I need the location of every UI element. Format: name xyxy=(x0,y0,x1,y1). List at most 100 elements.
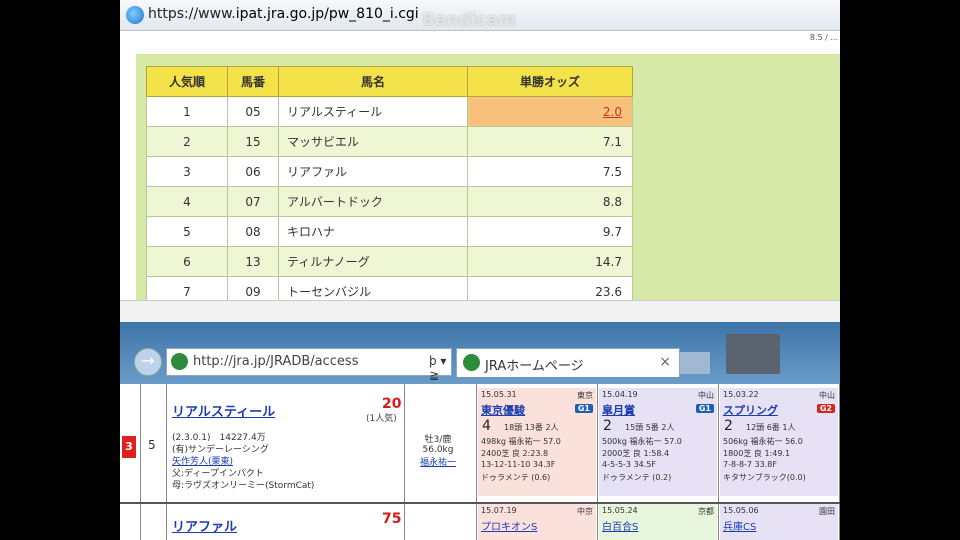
name-cell: リアファル xyxy=(278,156,468,187)
race-passing: 13-12-11-10 34.3F xyxy=(481,460,556,469)
tab-close-icon[interactable]: × xyxy=(659,354,671,370)
grade-badge: G1 xyxy=(574,404,593,413)
table-row: 5 08 キロハナ 9.7 xyxy=(146,216,633,247)
odds-cell: 8.8 xyxy=(467,186,633,217)
horse-dam: 母:ラヴズオンリーミー(StormCat) xyxy=(172,481,315,491)
race-date: 15.05.31 xyxy=(481,390,517,399)
top-url[interactable]: https://www.ipat.jra.go.jp/pw_810_i.cgi xyxy=(148,6,419,22)
race-name-link[interactable]: 皐月賞 xyxy=(602,402,635,418)
race-field: 18頭 13番 2人 xyxy=(504,423,559,432)
forward-button[interactable]: → xyxy=(134,348,162,376)
bandicam-watermark: Bandicam xyxy=(422,10,516,30)
odds-cell: 7.1 xyxy=(467,126,633,157)
past-race-card: 15.03.22 中山 スプリング G2 2 12頭 6番 1人 506kg 福永… xyxy=(720,388,838,496)
race-date: 15.05.06 xyxy=(723,506,759,515)
bottom-browser-toolbar: → http://jra.jp/JRADB/access ϸ ▾ ≧ C JRA… xyxy=(120,322,840,396)
name-cell: ティルナノーグ xyxy=(278,246,468,277)
odds-cell: 9.7 xyxy=(467,216,633,247)
odds-cell: 14.7 xyxy=(467,246,633,277)
bottom-address-bar[interactable]: http://jra.jp/JRADB/access ϸ ▾ ≧ C xyxy=(166,348,452,396)
race-date: 15.05.24 xyxy=(602,506,638,515)
table-row: 4 07 アルバートドック 8.8 xyxy=(146,186,633,217)
jra-favicon-icon xyxy=(463,354,480,371)
race-date: 15.07.19 xyxy=(481,506,517,515)
rank-cell: 1 xyxy=(146,96,228,127)
taskbar-thumbnail xyxy=(726,334,780,374)
tab-title: JRAホームページ xyxy=(485,359,584,374)
race-name-link[interactable]: プロキオンS xyxy=(481,518,537,533)
race-venue: 中山 xyxy=(698,391,714,400)
corner-text: 8.5 / ... xyxy=(809,33,838,42)
rank-cell: 5 xyxy=(146,216,228,247)
past-race-card: 15.05.24 京都 白百合S xyxy=(599,504,717,540)
horse-popularity: (1人気) xyxy=(366,414,397,424)
odds-panel: 人気順 馬番 馬名 単勝オッズ 1 05 リアルスティール 2.0 2 15 マ… xyxy=(136,54,840,307)
top-browser-window: https://www.ipat.jra.go.jp/pw_810_i.cgi … xyxy=(120,0,840,323)
race-name-link[interactable]: 東京優駿 xyxy=(481,402,525,418)
bottom-url[interactable]: http://jra.jp/JRADB/access xyxy=(193,354,358,369)
tab-jra-home[interactable]: JRAホームページ × xyxy=(456,348,680,377)
race-name-link[interactable]: スプリング xyxy=(723,402,778,418)
race-venue: 中山 xyxy=(819,391,835,400)
jockey-link[interactable]: 福永祐一 xyxy=(408,455,468,468)
num-cell: 13 xyxy=(227,246,279,277)
horse-name-link[interactable]: リアファル xyxy=(172,516,237,535)
table-row: 6 13 ティルナノーグ 14.7 xyxy=(146,246,633,277)
screen-capture: https://www.ipat.jra.go.jp/pw_810_i.cgi … xyxy=(120,0,840,540)
race-venue: 園田 xyxy=(819,507,835,516)
race-weight-jockey: 506kg 福永祐一 56.0 xyxy=(723,437,803,446)
finish-place: 2 xyxy=(603,418,612,434)
past-race-card: 15.04.19 中山 皐月賞 G1 2 15頭 5番 2人 500kg 福永祐一… xyxy=(599,388,717,496)
race-distance-time: 1800芝 良 1:49.1 xyxy=(723,449,791,458)
num-cell: 06 xyxy=(227,156,279,187)
race-winner: キタサンブラック(0.0) xyxy=(723,473,806,482)
name-cell: リアルスティール xyxy=(278,96,468,127)
odds-link[interactable]: 2.0 xyxy=(603,105,622,119)
race-passing: 4-5-5-3 34.5F xyxy=(602,460,656,469)
race-field: 15頭 5番 2人 xyxy=(625,423,675,432)
race-distance-time: 2400芝 良 2:23.8 xyxy=(481,449,549,458)
carried-weight: 56.0kg xyxy=(422,445,454,455)
past-race-card: 15.07.19 中京 プロキオンS xyxy=(478,504,596,540)
rank-cell: 6 xyxy=(146,246,228,277)
forward-arrow-icon: → xyxy=(141,351,155,370)
race-name-link[interactable]: 白百合S xyxy=(602,518,638,533)
table-row: 2 15 マッサビエル 7.1 xyxy=(146,126,633,157)
race-venue: 中京 xyxy=(577,507,593,516)
race-venue: 東京 xyxy=(577,391,593,400)
odds-header-row: 人気順 馬番 馬名 単勝オッズ xyxy=(146,66,633,97)
race-winner: ドゥラメンテ (0.2) xyxy=(602,473,672,482)
horse-number: 5 xyxy=(148,438,156,452)
rank-cell: 4 xyxy=(146,186,228,217)
name-cell: キロハナ xyxy=(278,216,468,247)
odds-cell[interactable]: 2.0 xyxy=(467,96,633,127)
num-cell: 08 xyxy=(227,216,279,247)
table-row: 3 06 リアファル 7.5 xyxy=(146,156,633,187)
odds-table: 人気順 馬番 馬名 単勝オッズ 1 05 リアルスティール 2.0 2 15 マ… xyxy=(146,66,633,307)
new-tab-button[interactable] xyxy=(680,352,710,374)
finish-place: 2 xyxy=(724,418,733,434)
race-weight-jockey: 498kg 福永祐一 57.0 xyxy=(481,437,561,446)
horse-name-link[interactable]: リアルスティール xyxy=(172,401,275,420)
race-date: 15.04.19 xyxy=(602,390,638,399)
name-cell: アルバートドック xyxy=(278,186,468,217)
race-date: 15.03.22 xyxy=(723,390,759,399)
finish-place: 4 xyxy=(482,418,491,434)
sex-age-color: 牡3/鹿 xyxy=(424,435,452,445)
col-rank-header: 人気順 xyxy=(146,66,228,97)
past-race-card: 15.05.06 園田 兵庫CS xyxy=(720,504,838,540)
race-venue: 京都 xyxy=(698,507,714,516)
horse-odds: 20 xyxy=(382,396,402,412)
num-cell: 07 xyxy=(227,186,279,217)
rank-cell: 2 xyxy=(146,126,228,157)
jockey-info: 牡3/鹿 56.0kg 福永祐一 xyxy=(408,432,468,468)
horse-odds: 75 xyxy=(382,511,402,527)
grade-badge: G1 xyxy=(695,404,714,413)
ie-browser-icon xyxy=(126,6,144,24)
num-cell: 05 xyxy=(227,96,279,127)
race-weight-jockey: 500kg 福永祐一 57.0 xyxy=(602,437,682,446)
grade-badge: G2 xyxy=(816,404,835,413)
race-name-link[interactable]: 兵庫CS xyxy=(723,518,756,533)
num-cell: 15 xyxy=(227,126,279,157)
col-num-header: 馬番 xyxy=(227,66,279,97)
